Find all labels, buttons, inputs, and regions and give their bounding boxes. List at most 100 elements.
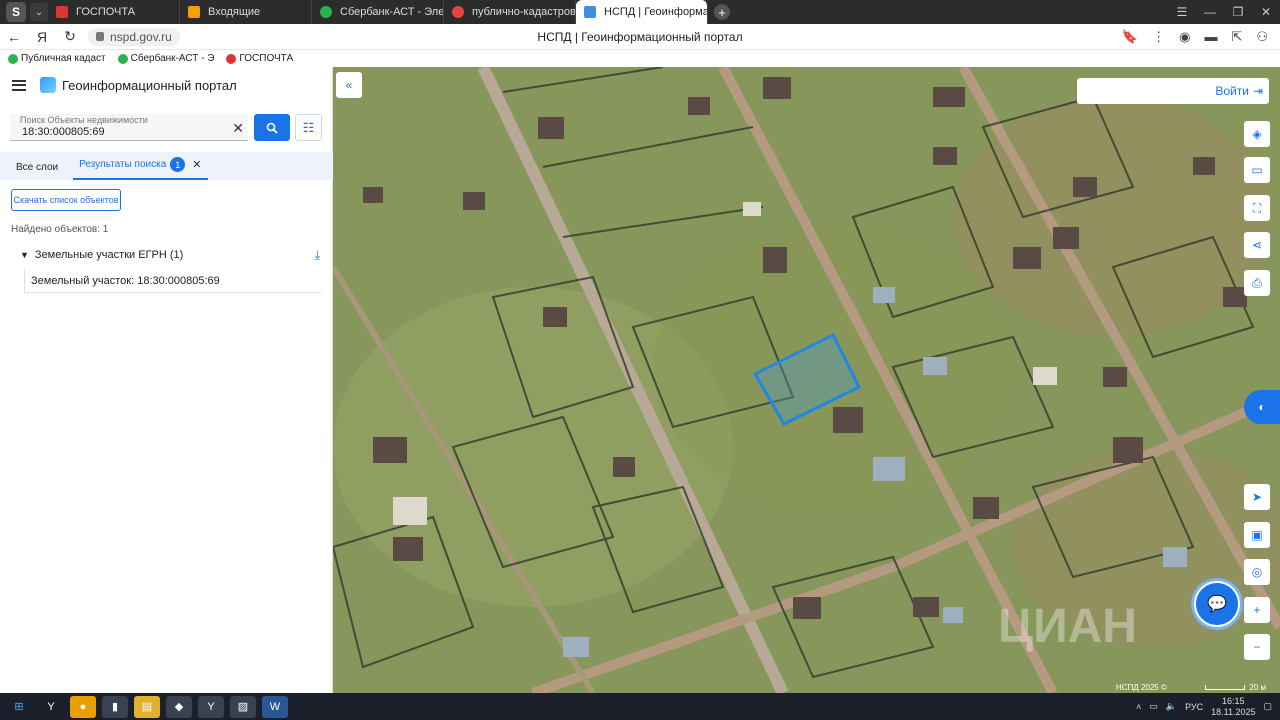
search-input[interactable]: Поиск Объекты недвижимости 18:30:000805:…: [10, 114, 248, 141]
filter-icon: ☷: [302, 119, 315, 135]
chat-bubble-icon: ◐: [1258, 400, 1266, 414]
bookmark-sberbank[interactable]: Сбербанк-АСТ - Э: [117, 53, 215, 64]
extension-icon[interactable]: ◉: [1179, 29, 1190, 45]
downloads-icon[interactable]: ▬: [1204, 29, 1217, 44]
profile-icon[interactable]: ⚇: [1256, 29, 1268, 45]
bookmarks-bar: Публичная кадаст Сбербанк-АСТ - Э ГОСПОЧ…: [0, 50, 1280, 67]
taskbar-word[interactable]: W: [262, 695, 288, 718]
notifications-icon[interactable]: ▢: [1263, 701, 1272, 712]
satellite-map: ЦИАН: [333, 67, 1280, 693]
bookmark-cadastral[interactable]: Публичная кадаст: [8, 53, 106, 64]
result-item[interactable]: Земельный участок: 18:30:000805:69: [24, 269, 321, 293]
layers-icon: ◈: [1252, 127, 1262, 141]
ruler-button[interactable]: ▭: [1244, 157, 1270, 183]
sberbank-icon: [320, 6, 332, 18]
panel-tabs: Все слои Результаты поиска 1 ✕: [0, 152, 333, 180]
hamburger-menu-icon[interactable]: [12, 79, 26, 91]
back-icon[interactable]: ←: [0, 29, 28, 45]
share-button[interactable]: ⋖: [1244, 232, 1270, 258]
close-window-icon[interactable]: ✕: [1252, 5, 1280, 19]
double-chevron-left-icon: «: [345, 78, 353, 92]
filter-button[interactable]: ☷: [295, 114, 322, 141]
side-widget-button[interactable]: ◐: [1244, 390, 1280, 424]
chat-button[interactable]: 💬: [1194, 581, 1240, 627]
land-plots-group[interactable]: ▼ Земельные участки ЕГРН (1) ⤓: [20, 247, 320, 263]
chevron-up-icon[interactable]: ˄: [1136, 702, 1141, 712]
print-button[interactable]: ⎙: [1244, 270, 1270, 296]
login-label: Войти: [1215, 84, 1249, 98]
taskbar-yandex[interactable]: Y: [38, 696, 64, 718]
login-button[interactable]: Войти ⇥: [1077, 78, 1269, 104]
collapse-panel-button[interactable]: «: [336, 72, 362, 98]
more-icon[interactable]: ⋮: [1152, 29, 1165, 45]
url-field[interactable]: nspd.gov.ru: [88, 27, 180, 46]
search-value: 18:30:000805:69: [22, 126, 105, 138]
clear-icon[interactable]: ✕: [232, 120, 244, 137]
minimize-icon[interactable]: —: [1196, 5, 1224, 19]
mail-icon: [188, 6, 200, 18]
sberbank-icon: [117, 53, 128, 64]
share-icon[interactable]: ⇱: [1231, 29, 1242, 45]
tab-all-layers[interactable]: Все слои: [0, 162, 63, 180]
portal-logo-icon: [40, 77, 56, 93]
yandex-icon[interactable]: Я: [28, 29, 56, 45]
taskbar-app[interactable]: ◆: [166, 695, 192, 718]
minimap-button[interactable]: ▣: [1244, 522, 1270, 548]
chevron-down-icon[interactable]: ⌄: [30, 3, 48, 21]
portal-title: Геоинформационный портал: [62, 77, 237, 93]
zoom-out-button[interactable]: −: [1244, 634, 1270, 660]
taskbar-app-orange[interactable]: ●: [70, 695, 96, 718]
clock[interactable]: 16:15 18.11.2025: [1211, 696, 1255, 718]
geolocate-button[interactable]: ➤: [1244, 484, 1270, 510]
tab-sberbank-ast[interactable]: Сбербанк-АСТ - Электро: [312, 0, 444, 24]
download-list-button[interactable]: Скачать список объектов: [11, 189, 121, 211]
bookmark-icon[interactable]: 🔖: [1122, 29, 1138, 45]
taskbar-photo[interactable]: ▨: [230, 695, 256, 718]
windows-icon: ⊞: [14, 701, 24, 713]
url-text: nspd.gov.ru: [110, 29, 172, 44]
minus-icon: −: [1253, 640, 1261, 654]
network-icon[interactable]: ▭: [1149, 701, 1158, 712]
taskbar-app-blue[interactable]: ▮: [102, 695, 128, 718]
date: 18.11.2025: [1211, 706, 1256, 717]
menu-icon[interactable]: ☰: [1168, 5, 1196, 19]
folder-icon: ▤: [141, 701, 153, 713]
search-button[interactable]: [254, 114, 290, 141]
chevron-down-icon[interactable]: ▼: [20, 250, 29, 260]
check-icon: [8, 53, 18, 64]
reload-icon[interactable]: ↻: [56, 28, 84, 45]
taskbar-yandex-active[interactable]: Y: [198, 695, 224, 718]
select-area-button[interactable]: ⛶: [1244, 195, 1270, 221]
page-title: НСПД | Геоинформационный портал: [537, 29, 743, 44]
ruler-icon: ▭: [1251, 163, 1263, 177]
left-panel: Геоинформационный портал Поиск Объекты н…: [0, 67, 333, 693]
tab-gospochta[interactable]: ГОСПОЧТА: [48, 0, 180, 24]
bookmark-label: Сбербанк-АСТ - Э: [130, 53, 215, 64]
restore-icon[interactable]: ❐: [1224, 5, 1252, 19]
tab-label: Результаты поиска: [79, 159, 167, 170]
close-icon[interactable]: ✕: [192, 158, 201, 171]
volume-icon[interactable]: 🔈: [1166, 701, 1177, 712]
taskbar-explorer[interactable]: ▤: [134, 695, 160, 718]
new-tab-button[interactable]: +: [714, 4, 730, 20]
app-icon: ▮: [111, 701, 119, 713]
tab-inbox[interactable]: Входящие: [180, 0, 312, 24]
bookmark-gospochta[interactable]: ГОСПОЧТА: [226, 53, 293, 64]
tab-cadastral-map[interactable]: публично-кадастровая к: [444, 0, 576, 24]
tab-label: публично-кадастровая к: [472, 6, 576, 18]
browser-profile-icon[interactable]: S: [6, 2, 26, 22]
layers-button[interactable]: ◈: [1244, 121, 1270, 147]
download-icon[interactable]: ⤓: [315, 248, 320, 263]
chat-icon: 💬: [1207, 596, 1227, 613]
start-button[interactable]: ⊞: [6, 696, 32, 718]
bookmark-label: ГОСПОЧТА: [239, 53, 294, 64]
search-location-button[interactable]: ◎: [1244, 559, 1270, 585]
tab-nspd[interactable]: НСПД | Геоинформаци✕: [576, 0, 708, 24]
zoom-in-button[interactable]: +: [1244, 597, 1270, 623]
tab-search-results[interactable]: Результаты поиска 1 ✕: [73, 157, 208, 180]
windows-taskbar: ⊞ Y ● ▮ ▤ ◆ Y ▨ W ˄ ▭ 🔈 РУС 16:15 18.11.…: [0, 693, 1280, 720]
yandex-icon: Y: [207, 700, 215, 713]
map-view[interactable]: ЦИАН « Войти ⇥ ◈ ▭ ⛶ ⋖ ⎙ ◐ ➤ ▣ ◎ 💬 + − НС…: [333, 67, 1280, 693]
language-indicator[interactable]: РУС: [1185, 702, 1203, 712]
login-icon: ⇥: [1252, 84, 1263, 98]
